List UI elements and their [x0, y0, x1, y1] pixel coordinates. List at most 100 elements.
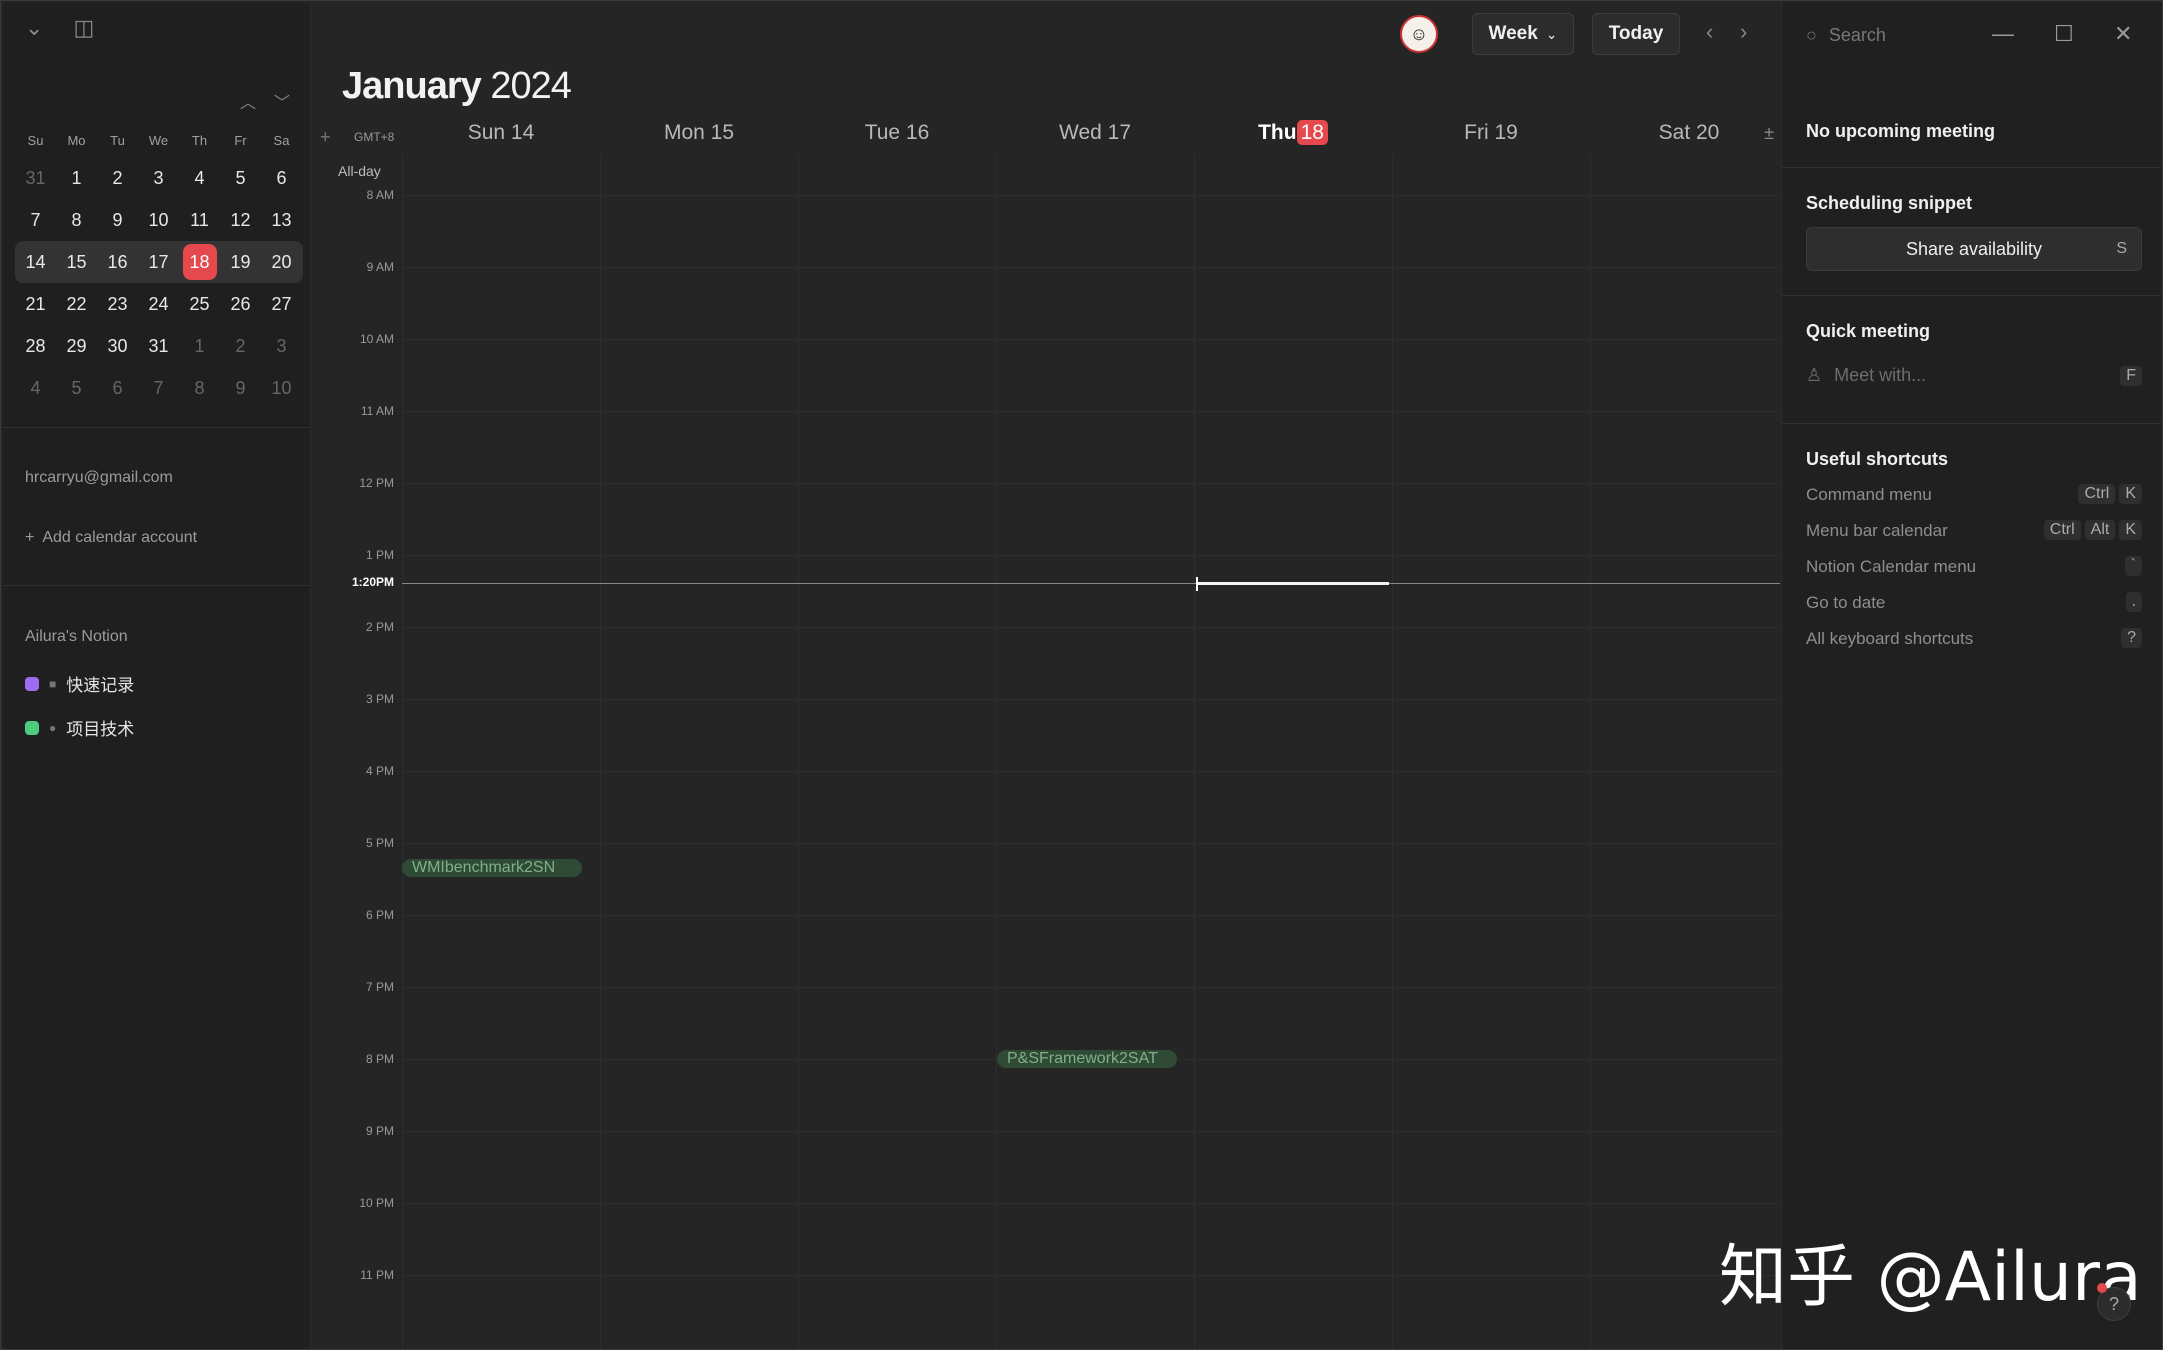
shortcut-row[interactable]: Notion Calendar menu `	[1806, 556, 2142, 577]
calendar-item[interactable]: ● 项目技术	[25, 715, 134, 740]
hour-label: 10 AM	[359, 332, 394, 346]
mini-calendar-day[interactable]: 26	[220, 283, 261, 325]
plus-icon[interactable]: +	[320, 127, 331, 148]
hour-label: 8 PM	[365, 1052, 394, 1066]
mini-calendar-day[interactable]: 6	[261, 157, 302, 199]
mini-calendar-day[interactable]: 7	[15, 199, 56, 241]
chevron-up-icon[interactable]: ︿	[240, 89, 256, 113]
week-grid[interactable]	[402, 155, 1780, 1349]
notification-dot	[2097, 1283, 2107, 1293]
mini-calendar-day[interactable]: 6	[97, 367, 138, 409]
add-calendar-account-button[interactable]: + Add calendar account	[25, 529, 197, 547]
grid-hour-line	[402, 1203, 1780, 1204]
mini-calendar-day[interactable]: 14	[15, 241, 56, 283]
mini-calendar-day[interactable]: 25	[179, 283, 220, 325]
mini-calendar-day[interactable]: 18	[182, 244, 217, 280]
mini-calendar-day[interactable]: 2	[97, 157, 138, 199]
mini-calendar-day[interactable]: 10	[261, 367, 302, 409]
search-placeholder: Search	[1828, 25, 1886, 45]
mini-calendar-day[interactable]: 13	[261, 199, 302, 241]
mini-calendar-day[interactable]: 1	[179, 325, 220, 367]
current-time-cap	[1196, 577, 1198, 591]
mini-calendar-day[interactable]: 8	[56, 199, 97, 241]
shortcut-row[interactable]: Command menu Ctrl K	[1806, 484, 2142, 505]
chevron-left-icon[interactable]: ‹	[1706, 19, 1713, 45]
day-header[interactable]: Mon 15	[600, 121, 798, 145]
mini-calendar-day[interactable]: 24	[138, 283, 179, 325]
mini-calendar-day[interactable]: 27	[261, 283, 302, 325]
minimize-icon[interactable]: —	[1992, 21, 2014, 47]
mini-calendar-day[interactable]: 15	[56, 241, 97, 283]
calendar-event[interactable]: WMIbenchmark2SN	[402, 859, 582, 877]
all-day-label: All-day	[338, 163, 381, 179]
shortcut-key: .	[2125, 592, 2142, 612]
mini-calendar-day[interactable]: 16	[97, 241, 138, 283]
mini-calendar-day[interactable]: 2	[220, 325, 261, 367]
mini-calendar-day[interactable]: 28	[15, 325, 56, 367]
mini-calendar-day[interactable]: 12	[220, 199, 261, 241]
mini-calendar-day[interactable]: 5	[220, 157, 261, 199]
day-header[interactable]: Sat 20	[1590, 121, 1788, 145]
shortcut-row[interactable]: Go to date.	[1806, 592, 2142, 613]
calendar-main: ☺ Week ⌄ Today ‹ › January 2024 + GMT+8 …	[312, 3, 1780, 1349]
mini-calendar-day[interactable]: 4	[15, 367, 56, 409]
chevron-right-icon[interactable]: ›	[1740, 19, 1747, 45]
sidebar-toggle-icon[interactable]: ◫	[73, 17, 94, 39]
calendar-color-swatch[interactable]	[25, 676, 39, 691]
divider	[3, 427, 311, 428]
mini-calendar-day[interactable]: 7	[138, 367, 179, 409]
account-email: hrcarryu@gmail.com	[25, 469, 173, 486]
day-header[interactable]: Sun 14	[402, 121, 600, 145]
calendar-item[interactable]: ■ 快速记录	[25, 671, 134, 696]
shortcut-keys: Ctrl Alt K	[2040, 519, 2142, 540]
day-header[interactable]: Wed 17	[996, 121, 1194, 145]
mini-calendar-day[interactable]: 31	[15, 157, 56, 199]
chevron-down-icon[interactable]: ⌄	[25, 17, 43, 39]
mini-calendar-day[interactable]: 3	[138, 157, 179, 199]
mini-calendar-day[interactable]: 1	[56, 157, 97, 199]
shortcut-row[interactable]: All keyboard shortcuts?	[1806, 628, 2142, 649]
grid-hour-line	[402, 987, 1780, 988]
right-panel: ○ Search — ☐ ✕ No upcoming meeting Sched…	[1781, 3, 2163, 1349]
shortcut-key: ?	[2121, 628, 2142, 648]
shortcut-key: `	[2124, 556, 2142, 576]
shortcut-row[interactable]: Menu bar calendar Ctrl Alt K	[1806, 519, 2142, 541]
mini-calendar-day[interactable]: 10	[138, 199, 179, 241]
mini-calendar-day[interactable]: 5	[56, 367, 97, 409]
calendar-color-swatch[interactable]	[25, 720, 39, 735]
mini-calendar-day[interactable]: 21	[15, 283, 56, 325]
search-input[interactable]: ○ Search	[1806, 25, 1886, 46]
grid-column-line	[1194, 155, 1195, 1349]
hour-label: 3 PM	[365, 692, 394, 706]
mini-calendar-day[interactable]: 9	[97, 199, 138, 241]
mini-calendar-day[interactable]: 17	[138, 241, 179, 283]
day-header[interactable]: Fri 19	[1392, 121, 1590, 145]
close-icon[interactable]: ✕	[2114, 21, 2132, 47]
mini-calendar-day[interactable]: 30	[97, 325, 138, 367]
day-header[interactable]: Tue 16	[798, 121, 996, 145]
day-header-today[interactable]: Thu 18	[1194, 120, 1392, 145]
mini-calendar-day[interactable]: 20	[261, 241, 302, 283]
weekday-label: Th	[191, 132, 208, 148]
maximize-icon[interactable]: ☐	[2054, 21, 2074, 47]
mini-calendar-day[interactable]: 11	[179, 199, 220, 241]
today-button[interactable]: Today	[1592, 13, 1680, 55]
mini-calendar-day[interactable]: 29	[56, 325, 97, 367]
chevron-down-icon[interactable]: ﹀	[274, 89, 290, 113]
mini-calendar-day[interactable]: 31	[138, 325, 179, 367]
mini-calendar-day[interactable]: 9	[220, 367, 261, 409]
hour-label: 2 PM	[365, 620, 394, 634]
meet-with-input[interactable]: ♙ Meet with... F	[1806, 365, 2142, 386]
mini-calendar-day[interactable]: 3	[261, 325, 302, 367]
share-availability-button[interactable]: Share availability S	[1806, 227, 2142, 271]
avatar[interactable]: ☺	[1400, 15, 1438, 53]
view-selector-button[interactable]: Week ⌄	[1472, 13, 1574, 55]
mini-calendar-day[interactable]: 8	[179, 367, 220, 409]
calendar-event[interactable]: P&SFramework2SAT	[997, 1050, 1177, 1068]
mini-calendar-day[interactable]: 19	[220, 241, 261, 283]
app-window: ⌄ ◫ ︿ ﹀ Su Mo Tu We Th Fr Sa 31 1 2 3 4 5 6 7 8 9…	[0, 0, 2163, 1350]
mini-calendar-day[interactable]: 23	[97, 283, 138, 325]
mini-calendar-day[interactable]: 22	[56, 283, 97, 325]
mini-calendar-day[interactable]: 4	[179, 157, 220, 199]
expand-icon[interactable]: ±	[1764, 123, 1774, 144]
